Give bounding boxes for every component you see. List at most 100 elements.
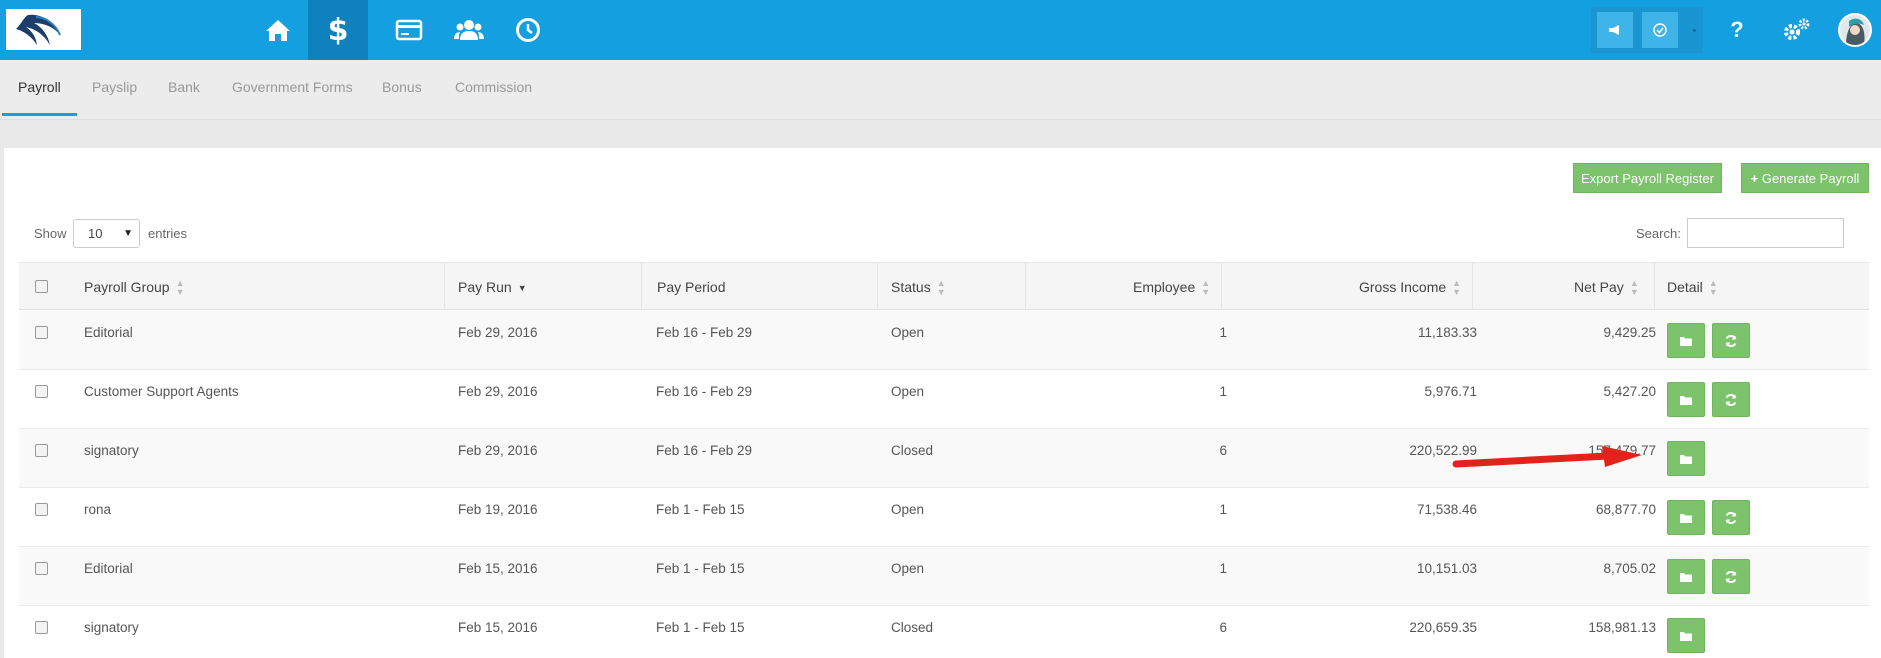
users-icon[interactable]	[439, 0, 499, 60]
cell-status: Closed	[891, 620, 934, 635]
cell-net-pay: 5,427.20	[1603, 384, 1656, 399]
row-checkbox[interactable]	[35, 562, 48, 575]
view-detail-button[interactable]	[1667, 441, 1705, 476]
tab-payslip[interactable]: Payslip	[76, 60, 153, 115]
cell-status: Open	[891, 561, 925, 576]
column-divider	[1472, 262, 1473, 310]
col-payroll-group[interactable]: Payroll Group ▲ ▼	[84, 263, 185, 311]
help-icon[interactable]: ?	[1712, 0, 1762, 60]
cell-employee: 1	[1219, 325, 1227, 340]
dollar-icon[interactable]: $	[308, 0, 368, 60]
col-detail[interactable]: Detail ▲ ▼	[1667, 263, 1718, 311]
status-dot	[1693, 29, 1696, 32]
row-checkbox[interactable]	[35, 385, 48, 398]
column-divider	[877, 262, 878, 310]
col-net-pay-label: Net Pay	[1574, 279, 1624, 295]
user-avatar[interactable]	[1838, 13, 1872, 47]
col-net-pay[interactable]: Net Pay ▲ ▼	[1574, 263, 1639, 311]
cell-pay-period: Feb 16 - Feb 29	[656, 384, 753, 399]
credit-card-icon[interactable]	[379, 0, 439, 60]
folder-icon	[1680, 572, 1692, 582]
refresh-icon	[1725, 334, 1737, 347]
cell-employee: 6	[1219, 620, 1227, 635]
select-all-checkbox[interactable]	[35, 280, 48, 293]
cell-pay-period: Feb 1 - Feb 15	[656, 561, 745, 576]
view-detail-button[interactable]	[1667, 618, 1705, 653]
cell-status: Closed	[891, 443, 934, 458]
col-status[interactable]: Status ▲ ▼	[891, 263, 946, 311]
tab-payroll[interactable]: Payroll	[2, 60, 77, 116]
home-icon[interactable]	[248, 0, 308, 60]
cell-net-pay: 9,429.25	[1603, 325, 1656, 340]
regenerate-button[interactable]	[1712, 559, 1750, 594]
row-checkbox[interactable]	[35, 326, 48, 339]
col-pay-period-label: Pay Period	[657, 279, 726, 295]
cell-payroll-group: signatory	[84, 443, 139, 458]
cell-pay-run: Feb 29, 2016	[458, 443, 538, 458]
sort-icon: ▲ ▼	[1629, 278, 1639, 298]
col-pay-run[interactable]: Pay Run ▼	[458, 263, 527, 311]
cell-net-pay: 8,705.02	[1603, 561, 1656, 576]
clock-icon[interactable]	[498, 0, 558, 60]
cell-gross-income: 11,183.33	[1417, 325, 1477, 340]
col-status-label: Status	[891, 279, 931, 295]
view-detail-button[interactable]	[1667, 382, 1705, 417]
tab-bonus[interactable]: Bonus	[366, 60, 438, 115]
cell-pay-run: Feb 15, 2016	[458, 561, 538, 576]
entries-select[interactable]: 10 ▼	[73, 219, 140, 248]
cell-payroll-group: rona	[84, 502, 112, 517]
tab-government-forms[interactable]: Government Forms	[216, 60, 369, 115]
table-row: Editorial Feb 29, 2016 Feb 16 - Feb 29 Open…	[19, 311, 1869, 370]
check-circle-icon[interactable]	[1642, 12, 1678, 48]
plus-icon: +	[1750, 171, 1759, 186]
tab-commission[interactable]: Commission	[439, 60, 548, 115]
row-checkbox[interactable]	[35, 621, 48, 634]
tab-bank[interactable]: Bank	[152, 60, 216, 115]
generate-payroll-button[interactable]: + Generate Payroll	[1741, 163, 1869, 193]
cell-payroll-group: signatory	[84, 620, 139, 635]
folder-icon	[1680, 454, 1692, 464]
gears-icon[interactable]	[1771, 0, 1821, 60]
table-row: Customer Support Agents Feb 29, 2016 Feb 1…	[19, 370, 1869, 429]
cell-payroll-group: Editorial	[84, 561, 133, 576]
row-checkbox[interactable]	[35, 503, 48, 516]
show-label: Show	[34, 226, 67, 241]
regenerate-button[interactable]	[1712, 382, 1750, 417]
cell-net-pay: 68,877.70	[1595, 502, 1656, 517]
cell-employee: 1	[1219, 384, 1227, 399]
cell-employee: 1	[1219, 561, 1227, 576]
cell-net-pay: 158,981.13	[1588, 620, 1656, 635]
megaphone-icon[interactable]	[1597, 12, 1633, 48]
col-detail-label: Detail	[1667, 279, 1703, 295]
export-payroll-register-button[interactable]: Export Payroll Register	[1573, 163, 1722, 193]
cell-pay-run: Feb 19, 2016	[458, 502, 538, 517]
table-row: signatory Feb 15, 2016 Feb 1 - Feb 15 Close…	[19, 606, 1869, 658]
view-detail-button[interactable]	[1667, 323, 1705, 358]
top-navbar: $ ?	[0, 0, 1881, 60]
view-detail-button[interactable]	[1667, 559, 1705, 594]
folder-icon	[1680, 395, 1692, 405]
col-gross-income-label: Gross Income	[1359, 279, 1447, 295]
row-checkbox[interactable]	[35, 444, 48, 457]
sort-icon: ▲ ▼	[175, 278, 185, 298]
refresh-icon	[1725, 511, 1737, 524]
regenerate-button[interactable]	[1712, 500, 1750, 535]
table-row: Editorial Feb 15, 2016 Feb 1 - Feb 15 Open 1…	[19, 547, 1869, 606]
cell-pay-run: Feb 15, 2016	[458, 620, 538, 635]
refresh-icon	[1725, 393, 1737, 406]
cell-payroll-group: Editorial	[84, 325, 133, 340]
col-pay-period[interactable]: Pay Period	[657, 263, 725, 311]
regenerate-button[interactable]	[1712, 323, 1750, 358]
col-employee[interactable]: Employee ▲ ▼	[1133, 263, 1210, 311]
table-header: Payroll Group ▲ ▼ Pay Run ▼ Pay Period Stat…	[19, 262, 1869, 310]
refresh-icon	[1725, 570, 1737, 583]
search-input[interactable]	[1687, 218, 1844, 248]
cell-status: Open	[891, 325, 925, 340]
entries-value: 10	[88, 226, 103, 241]
company-logo[interactable]	[6, 9, 81, 50]
view-detail-button[interactable]	[1667, 500, 1705, 535]
sort-icon: ▲ ▼	[1201, 278, 1211, 298]
tab-bar: Payroll Payslip Bank Government Forms Bo…	[0, 60, 1881, 120]
cell-payroll-group: Customer Support Agents	[84, 384, 239, 399]
col-gross-income[interactable]: Gross Income ▲ ▼	[1359, 263, 1461, 311]
